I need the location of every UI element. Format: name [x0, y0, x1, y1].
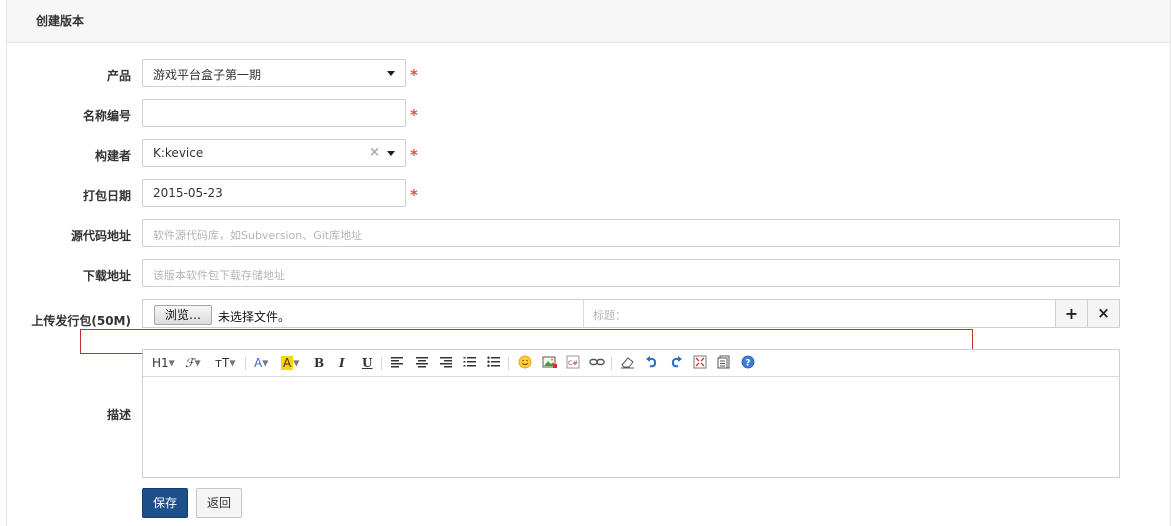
- svg-text:?: ?: [745, 359, 750, 369]
- link-icon[interactable]: [589, 355, 605, 371]
- font-family-button[interactable]: ℱ▼: [185, 355, 201, 371]
- panel-heading: 创建版本: [7, 0, 1170, 43]
- toolbar-divider: [611, 357, 612, 370]
- builder-select[interactable]: K:kevice ×: [142, 139, 406, 167]
- upload-label: 上传发行包(50M): [31, 314, 131, 328]
- align-left-icon[interactable]: [390, 355, 404, 371]
- builder-label: 构建者: [94, 149, 131, 163]
- ordered-list-icon[interactable]: [463, 355, 477, 371]
- required-mark: *: [410, 106, 418, 124]
- toolbar-divider: [381, 357, 382, 370]
- clear-icon[interactable]: ×: [369, 145, 380, 160]
- underline-button[interactable]: U: [362, 355, 372, 371]
- editor-toolbar: H1▼ ℱ▼ тT▼ A▼ A ▼ B I U C# ?: [143, 350, 1119, 377]
- align-right-icon[interactable]: [439, 355, 453, 371]
- source-url-input[interactable]: 软件源代码库，如Subversion、Git库地址: [142, 219, 1120, 247]
- product-select-value: 游戏平台盒子第一期: [153, 68, 262, 82]
- product-select[interactable]: 游戏平台盒子第一期: [142, 59, 406, 87]
- font-size-button[interactable]: тT▼: [215, 355, 235, 371]
- toolbar-divider: [245, 357, 246, 370]
- description-label: 描述: [106, 408, 131, 422]
- emoji-icon[interactable]: [518, 355, 532, 371]
- page-title: 创建版本: [36, 14, 85, 28]
- svg-text:C#: C#: [568, 359, 578, 367]
- close-icon[interactable]: ×: [1087, 300, 1119, 327]
- source-label: 源代码地址: [70, 229, 131, 243]
- highlight-color-button[interactable]: A ▼: [281, 355, 299, 371]
- code-icon[interactable]: C#: [566, 355, 580, 371]
- file-input[interactable]: 浏览… 未选择文件。: [143, 300, 584, 327]
- product-label: 产品: [106, 69, 131, 83]
- heading-button[interactable]: H1▼: [152, 355, 175, 371]
- date-input[interactable]: 2015-05-23: [142, 179, 406, 207]
- italic-button[interactable]: I: [339, 355, 345, 371]
- chevron-down-icon: [387, 71, 395, 76]
- download-url-input[interactable]: 该版本软件包下载存储地址: [142, 259, 1120, 287]
- file-title-placeholder: 标题：: [593, 309, 626, 322]
- undo-icon[interactable]: [645, 355, 659, 371]
- unordered-list-icon[interactable]: [487, 355, 501, 371]
- upload-row: 浏览… 未选择文件。 标题： + ×: [142, 299, 1120, 328]
- file-title-input[interactable]: 标题：: [584, 300, 1054, 327]
- name-input[interactable]: [142, 99, 406, 127]
- file-status: 未选择文件。: [218, 310, 291, 324]
- description-editor[interactable]: H1▼ ℱ▼ тT▼ A▼ A ▼ B I U C# ?: [142, 349, 1120, 478]
- back-button[interactable]: 返回: [196, 488, 242, 518]
- font-color-button[interactable]: A▼: [254, 355, 268, 371]
- redo-icon[interactable]: [669, 355, 683, 371]
- download-label: 下载地址: [82, 269, 131, 283]
- save-button[interactable]: 保存: [142, 488, 188, 518]
- image-icon[interactable]: [542, 355, 557, 371]
- required-mark: *: [410, 186, 418, 204]
- source-url-placeholder: 软件源代码库，如Subversion、Git库地址: [153, 229, 363, 242]
- fullscreen-icon[interactable]: [693, 355, 707, 371]
- source-code-icon[interactable]: [717, 355, 731, 371]
- add-icon[interactable]: +: [1055, 300, 1087, 327]
- browse-button[interactable]: 浏览…: [154, 305, 212, 325]
- bold-button[interactable]: B: [314, 355, 324, 371]
- builder-select-value: K:kevice: [153, 146, 204, 160]
- chevron-down-icon: [387, 151, 395, 156]
- eraser-icon[interactable]: [620, 355, 635, 371]
- required-mark: *: [410, 146, 418, 164]
- download-url-placeholder: 该版本软件包下载存储地址: [153, 269, 285, 282]
- align-center-icon[interactable]: [415, 355, 429, 371]
- toolbar-divider: [508, 357, 509, 370]
- date-input-value: 2015-05-23: [153, 186, 223, 200]
- required-mark: *: [410, 66, 418, 84]
- date-label: 打包日期: [82, 189, 131, 203]
- help-icon[interactable]: ?: [741, 355, 755, 371]
- name-label: 名称编号: [82, 109, 131, 123]
